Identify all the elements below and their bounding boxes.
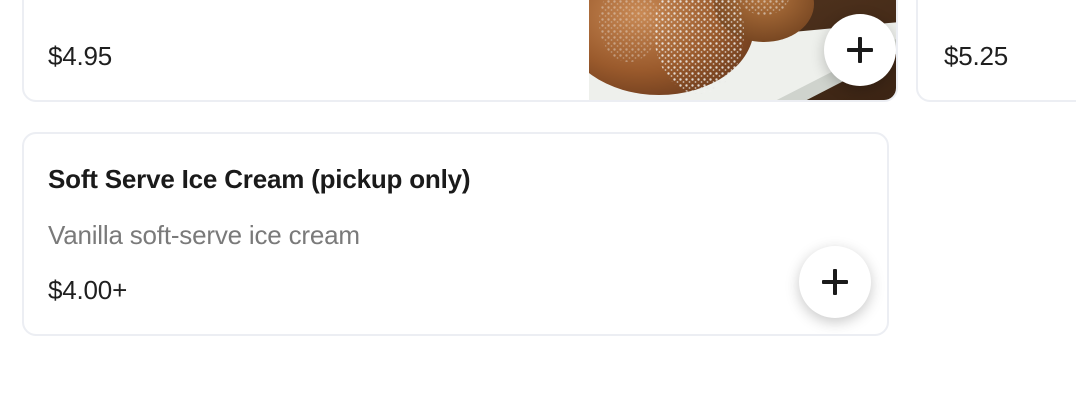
item-price: $4.00+ <box>48 275 128 305</box>
item-description: Vanilla soft-serve ice cream <box>48 220 360 250</box>
plus-icon <box>847 37 873 63</box>
item-photo[interactable] <box>589 0 896 100</box>
item-price: $5.25 <box>944 41 1009 71</box>
add-to-cart-button[interactable] <box>824 14 896 86</box>
plus-icon <box>822 269 848 295</box>
item-price: $4.95 <box>48 41 113 71</box>
menu-item-card[interactable]: Soft Serve Ice Cream (pickup only) Vanil… <box>22 132 889 336</box>
menu-items-grid: $4.95 $5.25 Soft Serve Ice Cream (pickup… <box>0 0 1076 418</box>
menu-item-card[interactable]: $5.25 <box>916 0 1076 102</box>
item-title: Soft Serve Ice Cream (pickup only) <box>48 164 471 194</box>
add-to-cart-button[interactable] <box>799 246 871 318</box>
menu-item-card[interactable]: $4.95 <box>22 0 898 102</box>
